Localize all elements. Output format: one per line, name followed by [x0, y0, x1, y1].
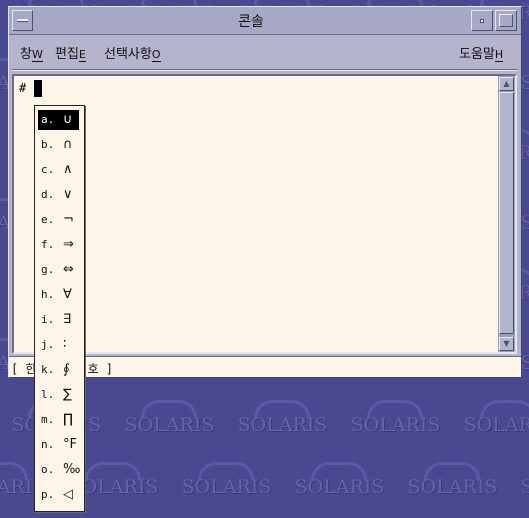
menu-edit-mnemonic: E [78, 48, 86, 62]
solaris-logo: SOLARIS [283, 462, 396, 502]
candidate-symbol: ∀ [63, 287, 72, 302]
candidate-key-label: a. [41, 113, 55, 126]
candidate-symbol: ∏ [63, 412, 73, 427]
menu-bar: 창W 편집E 선택사항O 도움말H [9, 36, 521, 66]
symbol-candidate-item[interactable]: h. ∀ [38, 285, 79, 305]
window-title: 콘솔 [238, 14, 264, 30]
candidate-symbol: ∃ [63, 312, 72, 327]
menu-help-label: 도움말 [459, 47, 495, 62]
shell-prompt: # [19, 81, 27, 95]
symbol-candidate-item[interactable]: l. ∑ [38, 385, 79, 405]
menu-edit[interactable]: 편집E [55, 43, 86, 62]
candidate-symbol: ¬ [63, 212, 74, 227]
solaris-logo: SOLARIS [339, 400, 452, 440]
input-method-status-bar: [ 한 수 기호 ] [9, 356, 521, 377]
symbol-candidate-item[interactable]: g. ⇔ [38, 260, 79, 280]
menu-help-mnemonic: H [494, 48, 504, 62]
candidate-key-label: m. [41, 413, 55, 426]
candidate-symbol: ∪ [63, 112, 73, 127]
menu-edit-label: 편집 [55, 47, 79, 62]
symbol-candidate-item[interactable]: o. ‰ [38, 460, 81, 480]
symbol-candidate-item[interactable]: e. ¬ [38, 210, 79, 230]
symbol-lookup-popup: a. ∪ b. ∩ c. ∧ d. ∨ e. ¬ f. ⇒ g. ⇔ h. ∀ i. ∃ j. ∶ k. ∮ l. ∑ m. ∏ n… [34, 105, 85, 512]
symbol-candidate-item[interactable]: c. ∧ [38, 160, 79, 180]
candidate-key-label: b. [41, 138, 55, 151]
menu-options[interactable]: 선택사항O [104, 43, 161, 62]
maximize-button[interactable] [495, 10, 517, 31]
symbol-candidate-item[interactable]: b. ∩ [38, 135, 79, 155]
solaris-logo: SOLARIS [452, 400, 529, 440]
symbol-candidate-item[interactable]: d. ∨ [38, 185, 79, 205]
minimize-icon [480, 19, 484, 23]
title-bar[interactable]: 콘솔 [9, 7, 521, 35]
window-menu-button[interactable] [12, 10, 33, 31]
symbol-candidate-item[interactable]: f. ⇒ [38, 235, 79, 255]
candidate-symbol: ∮ [63, 362, 70, 377]
candidate-symbol: ‰ [63, 462, 81, 477]
solaris-logo: SOLARIS [226, 400, 339, 440]
candidate-symbol: ∑ [63, 387, 72, 402]
solaris-logo-text: SOLARIS [350, 414, 441, 436]
candidate-symbol: ∩ [63, 137, 73, 152]
solaris-logo: SOLARIS [113, 400, 226, 440]
candidate-symbol: ◁ [63, 487, 73, 502]
solaris-logo: SOLARIS [170, 462, 283, 502]
scrollbar-thumb[interactable] [499, 92, 514, 334]
symbol-candidate-item[interactable]: a. ∪ [38, 110, 79, 130]
menu-window[interactable]: 창W [20, 43, 43, 62]
menu-help[interactable]: 도움말H [459, 43, 504, 62]
solaris-logo-text: SOLARIS [407, 476, 498, 498]
candidate-symbol: ∧ [63, 162, 73, 177]
solaris-logo-text: SOLARIS [237, 414, 328, 436]
candidate-key-label: d. [41, 188, 55, 201]
solaris-logo-text: SOLARIS [124, 414, 215, 436]
solaris-logo-text: SOLARIS [520, 476, 529, 498]
console-window: 콘솔 창W 편집E 선택사항O 도움말H # ▲ ▼ [ 한 수 기호 ] [8, 6, 522, 378]
text-cursor [34, 80, 42, 97]
symbol-candidate-item[interactable]: k. ∮ [38, 360, 79, 380]
candidate-key-label: e. [41, 213, 55, 226]
solaris-logo-text: SOLARIS [294, 476, 385, 498]
terminal-text-area[interactable]: # [14, 76, 498, 352]
candidate-key-label: o. [41, 463, 55, 476]
candidate-symbol: ⇔ [63, 262, 74, 277]
candidate-key-label: c. [41, 163, 55, 176]
maximize-icon [499, 14, 513, 27]
candidate-key-label: n. [41, 438, 55, 451]
menu-window-label: 창 [20, 47, 32, 62]
candidate-symbol: °F [63, 437, 77, 452]
terminal-frame: # ▲ ▼ [12, 74, 517, 354]
menu-window-mnemonic: W [31, 48, 43, 62]
solaris-logo: SOLARIS [396, 462, 509, 502]
symbol-candidate-item[interactable]: i. ∃ [38, 310, 79, 330]
symbol-candidate-item[interactable]: m. ∏ [38, 410, 79, 430]
candidate-symbol: ∶ [63, 337, 67, 352]
candidate-key-label: i. [41, 313, 55, 326]
menu-options-mnemonic: O [151, 48, 161, 62]
solaris-logo-text: SOLARIS [181, 476, 272, 498]
symbol-candidate-item[interactable]: n. °F [38, 435, 79, 455]
solaris-logo-text: SOLARIS [463, 414, 529, 436]
candidate-symbol: ∨ [63, 187, 73, 202]
symbol-candidate-item[interactable]: j. ∶ [38, 335, 79, 355]
menu-divider [12, 69, 518, 71]
symbol-candidate-item[interactable]: p. ◁ [38, 485, 79, 505]
candidate-key-label: h. [41, 288, 55, 301]
menu-options-label: 선택사항 [104, 47, 152, 62]
candidate-key-label: l. [41, 388, 55, 401]
window-menu-icon [17, 19, 28, 22]
candidate-key-label: g. [41, 263, 55, 276]
solaris-logo: SOLARIS [509, 462, 529, 502]
candidate-key-label: k. [41, 363, 55, 376]
candidate-key-label: p. [41, 488, 55, 501]
candidate-key-label: f. [41, 238, 55, 251]
candidate-symbol: ⇒ [63, 237, 74, 252]
vertical-scrollbar[interactable]: ▲ ▼ [498, 76, 515, 352]
scroll-up-arrow-icon[interactable]: ▲ [499, 77, 514, 91]
minimize-button[interactable] [471, 10, 493, 31]
scroll-down-arrow-icon[interactable]: ▼ [499, 337, 514, 351]
candidate-key-label: j. [41, 338, 55, 351]
